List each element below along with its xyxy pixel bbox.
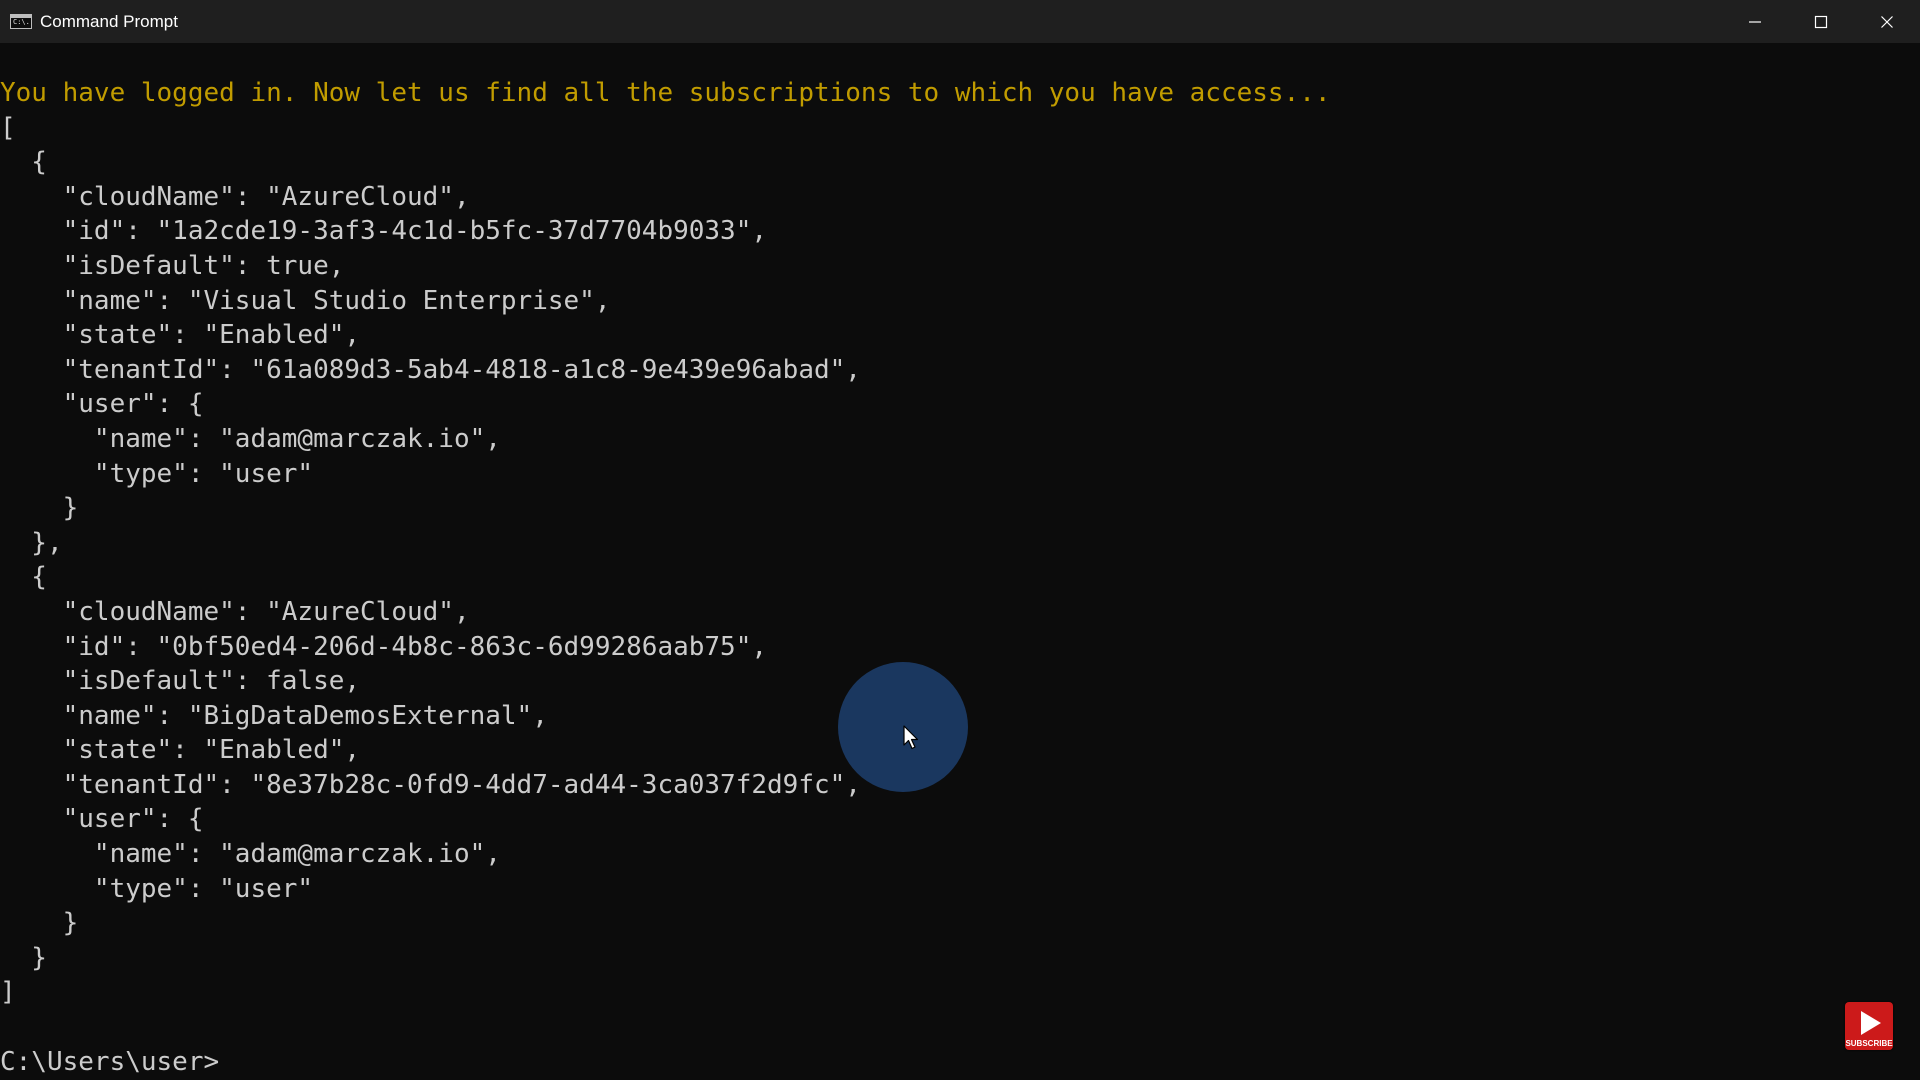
console-line: "cloudName": "AzureCloud",: [0, 596, 470, 627]
mouse-pointer-icon: [903, 725, 919, 750]
console-line: "type": "user": [0, 873, 314, 904]
command-prompt-line: C:\Users\user>: [0, 1046, 220, 1077]
cmd-icon-label: C:\.: [13, 18, 30, 26]
console-line: You have logged in. Now let us find all …: [0, 78, 1331, 108]
console-line: "isDefault": false,: [0, 666, 361, 697]
console-line: "tenantId": "8e37b28c-0fd9-4dd7-ad44-3ca…: [0, 769, 861, 800]
console-line: [: [0, 112, 16, 143]
console-line: {: [0, 562, 47, 593]
minimize-button[interactable]: [1722, 0, 1788, 43]
close-icon: [1881, 15, 1893, 28]
console-line: "state": "Enabled",: [0, 320, 361, 351]
command-prompt-window: C:\. Command Prompt You have logged in. …: [0, 0, 1920, 1080]
window-title: Command Prompt: [40, 11, 178, 31]
console-line: "name": "adam@marczak.io",: [0, 423, 501, 454]
console-line: ]: [0, 977, 16, 1008]
console-line: "id": "0bf50ed4-206d-4b8c-863c-6d99286aa…: [0, 631, 768, 662]
console-line: "type": "user": [0, 458, 314, 489]
play-icon: [1861, 1011, 1881, 1035]
console-line: },: [0, 527, 63, 558]
console-output[interactable]: You have logged in. Now let us find all …: [0, 76, 1920, 1079]
minimize-icon: [1749, 20, 1761, 23]
cmd-icon: C:\.: [10, 14, 32, 29]
subscribe-label: SUBSCRIBE: [1845, 1039, 1893, 1048]
console-line: "name": "Visual Studio Enterprise",: [0, 285, 611, 316]
title-bar[interactable]: C:\. Command Prompt: [0, 0, 1920, 43]
console-line: "user": {: [0, 389, 204, 420]
console-line: "name": "adam@marczak.io",: [0, 839, 501, 870]
console-line: "user": {: [0, 804, 204, 835]
close-button[interactable]: [1854, 0, 1920, 43]
console-line: }: [0, 942, 47, 973]
console-line: "cloudName": "AzureCloud",: [0, 181, 470, 212]
console-line: "isDefault": true,: [0, 250, 345, 281]
console-line: }: [0, 493, 79, 524]
console-line: {: [0, 147, 47, 178]
console-line: }: [0, 908, 79, 939]
console-line: "tenantId": "61a089d3-5ab4-4818-a1c8-9e4…: [0, 354, 861, 385]
window-controls: [1722, 0, 1920, 43]
maximize-button[interactable]: [1788, 0, 1854, 43]
subscribe-button[interactable]: SUBSCRIBE: [1845, 1002, 1893, 1050]
maximize-icon: [1814, 15, 1828, 28]
console-line: "id": "1a2cde19-3af3-4c1d-b5fc-37d7704b9…: [0, 216, 768, 247]
